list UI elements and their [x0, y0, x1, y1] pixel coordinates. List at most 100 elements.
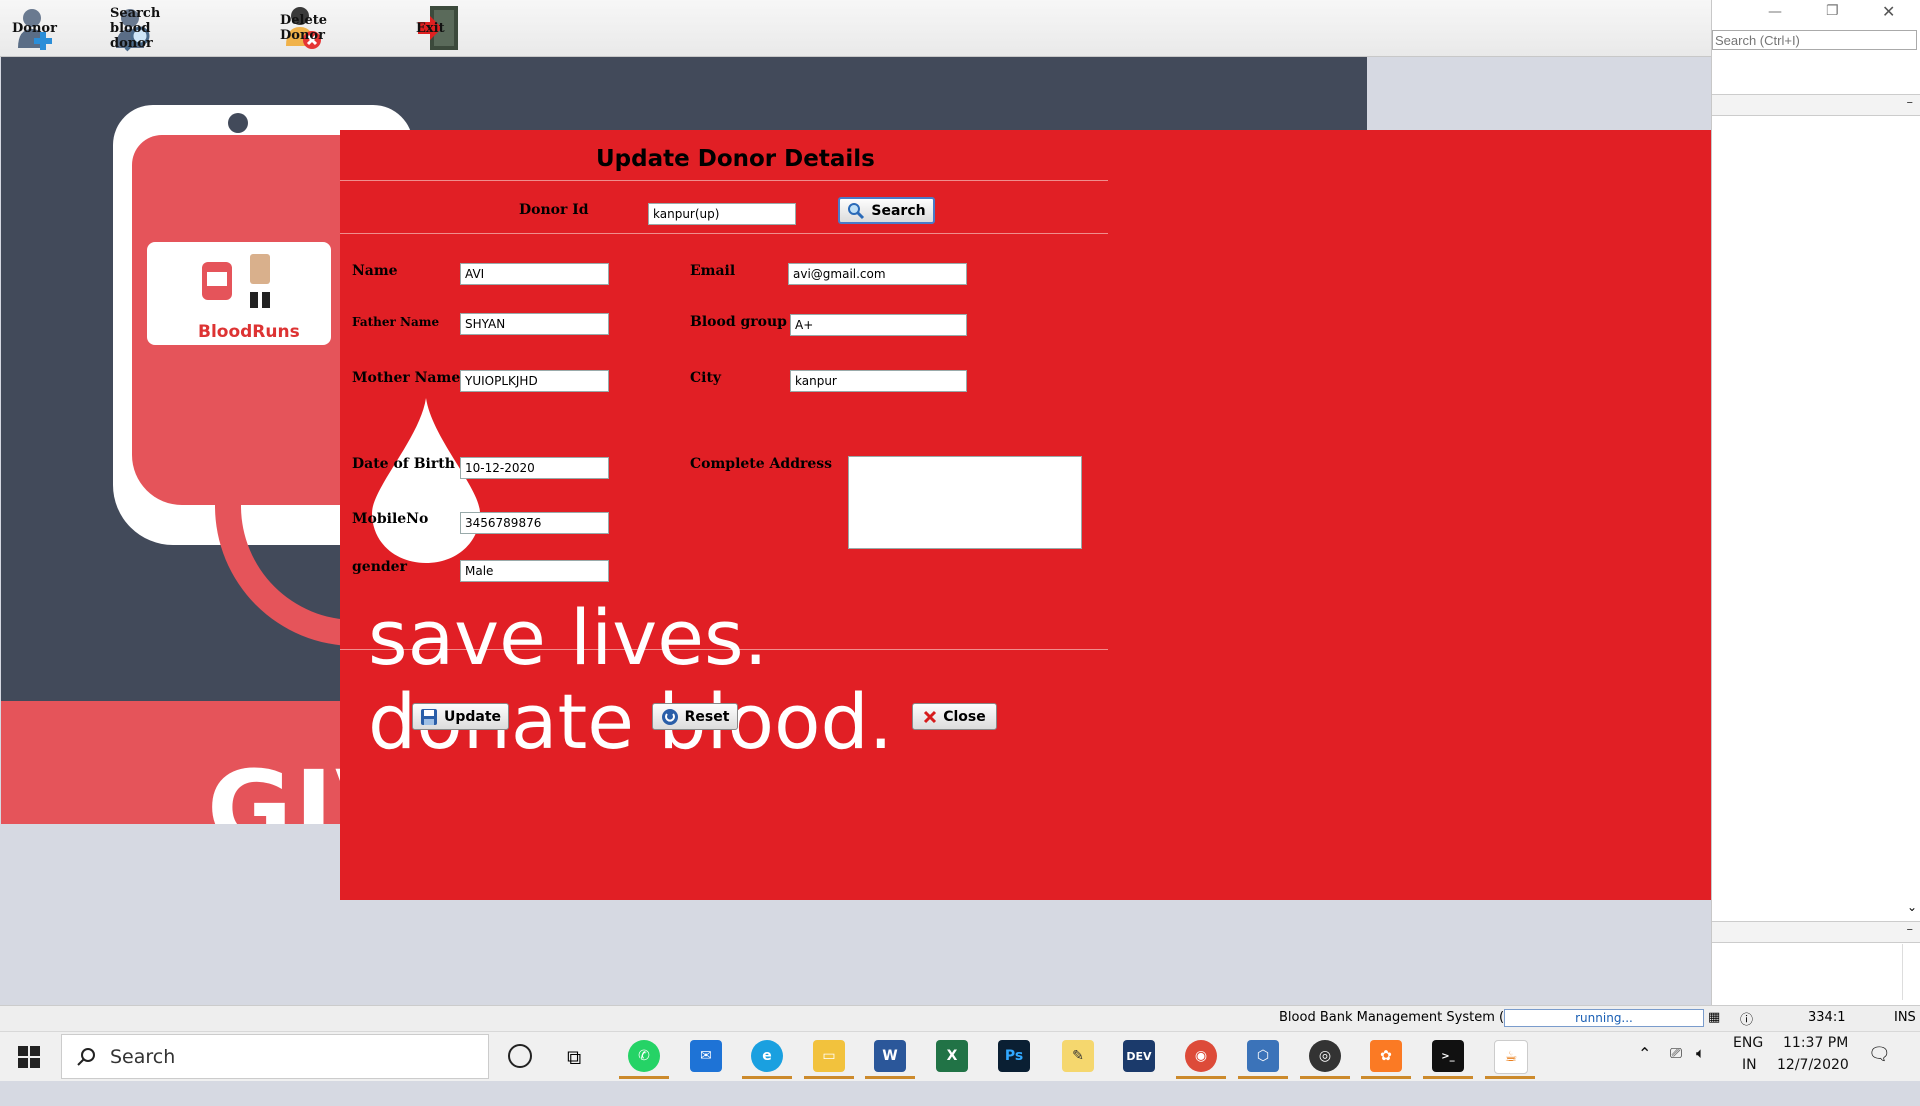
cortana-icon[interactable] [508, 1044, 532, 1068]
blood-drop-icon [372, 398, 480, 563]
ide-search-input[interactable] [1712, 30, 1917, 50]
xampp-icon[interactable]: ✿ [1370, 1040, 1402, 1072]
mail-icon[interactable]: ✉ [690, 1040, 722, 1072]
gender-field[interactable]: Male [460, 560, 609, 582]
status-info-icon[interactable]: ⓘ [1740, 1009, 1753, 1028]
close-button[interactable]: Close [912, 703, 997, 730]
bloodruns-logo-icon [202, 254, 270, 308]
dob-label: Date of Birth [352, 456, 455, 472]
dialog-title: Update Donor Details [596, 146, 875, 172]
excel-icon[interactable]: X [936, 1040, 968, 1072]
whatsapp-running-indicator [619, 1076, 669, 1079]
word-icon[interactable]: W [874, 1040, 906, 1072]
donor-label: Donor [12, 20, 57, 36]
chevron-down-icon[interactable]: ⌄ [1907, 900, 1917, 914]
search-donor-button[interactable]: Search blood donor [110, 4, 160, 52]
blood-group-label: Blood group [690, 314, 787, 330]
father-name-field[interactable]: SHYAN [460, 313, 609, 335]
mother-name-label: Mother Name [352, 370, 461, 386]
media-running-indicator [1300, 1076, 1350, 1079]
delete-donor-button[interactable]: Delete Donor [280, 4, 328, 52]
status-position: 334:1 [1808, 1010, 1846, 1025]
clock-date[interactable]: 12/7/2020 [1777, 1057, 1849, 1106]
close-window-icon[interactable]: ✕ [1882, 2, 1895, 21]
mother-name-field[interactable]: YUIOPLKJHD [460, 370, 609, 392]
whatsapp-icon[interactable]: ✆ [628, 1040, 660, 1072]
panel-scrollbar[interactable] [1902, 944, 1917, 1000]
name-label: Name [352, 263, 398, 279]
chrome-running-indicator [1176, 1076, 1226, 1079]
main-toolbar: Donor Search blood donor Delete Donor Ex… [0, 0, 1711, 57]
windows-start-icon[interactable] [18, 1046, 40, 1068]
minimize-icon[interactable]: — [1768, 4, 1782, 20]
cmd-running-indicator [1423, 1076, 1473, 1079]
blood-group-field[interactable]: A+ [790, 314, 967, 336]
separator-middle [340, 233, 1108, 234]
gender-label: gender [352, 559, 407, 575]
close-x-icon [924, 710, 937, 723]
java-running-indicator [1485, 1076, 1535, 1079]
taskbar-search-box[interactable]: Search [61, 1034, 489, 1079]
edge-running-indicator [742, 1076, 792, 1079]
reset-icon [661, 708, 678, 725]
file-explorer-icon[interactable]: ▭ [813, 1040, 845, 1072]
tray-chevron-up-icon[interactable]: ⌃ [1638, 1044, 1651, 1093]
panel-header-2: – [1712, 921, 1920, 943]
donor-id-field[interactable]: kanpur(up) [648, 203, 796, 225]
email-label: Email [690, 263, 736, 279]
reset-button-label: Reset [684, 708, 730, 725]
mobile-label: MobileNo [352, 511, 429, 527]
delete-donor-label: Delete Donor [280, 13, 328, 43]
network-icon[interactable]: ⎚ [1670, 1044, 1682, 1093]
city-field[interactable]: kanpur [790, 370, 967, 392]
search-button-label: Search [871, 202, 926, 219]
run-progress-bar: running... [1504, 1009, 1704, 1027]
status-mode: INS [1894, 1010, 1916, 1025]
windows-taskbar: Search ⧉ ✆ ✉ e ▭ W X Ps ✎ DEV ◉ ⬡ ◎ ✿ >_… [0, 1031, 1920, 1081]
search-icon [77, 1047, 95, 1066]
panel-header-1: – [1712, 94, 1920, 116]
email-field[interactable]: avi@gmail.com [788, 263, 967, 285]
close-button-label: Close [943, 708, 986, 725]
update-button[interactable]: Update [412, 703, 509, 730]
task-view-icon[interactable]: ⧉ [567, 1045, 581, 1069]
reset-button[interactable]: Reset [652, 703, 738, 730]
exit-label: Exit [416, 20, 445, 36]
chrome-icon[interactable]: ◉ [1185, 1040, 1217, 1072]
ide-side-panel: — ❐ ✕ – – ⌄ [1711, 0, 1920, 1005]
donor-button[interactable]: Donor [12, 4, 58, 52]
word-running-indicator [865, 1076, 915, 1079]
media-player-icon[interactable]: ◎ [1309, 1040, 1341, 1072]
photoshop-icon[interactable]: Ps [998, 1040, 1030, 1072]
java-icon[interactable]: ☕ [1494, 1040, 1528, 1074]
search-button[interactable]: Search [838, 197, 935, 224]
slogan-line-1: save lives. [368, 593, 768, 682]
restore-icon[interactable]: ❐ [1826, 3, 1839, 19]
notepad-icon[interactable]: ✎ [1062, 1040, 1094, 1072]
mobile-field[interactable]: 3456789876 [460, 512, 609, 534]
language-in[interactable]: IN [1742, 1057, 1757, 1106]
dob-field[interactable]: 10-12-2020 [460, 457, 609, 479]
virtualbox-icon[interactable]: ⬡ [1247, 1040, 1279, 1072]
status-app-text: Blood Bank Management System (run) [1279, 1010, 1531, 1025]
exit-button[interactable]: Exit [416, 4, 462, 52]
address-textarea[interactable] [848, 456, 1082, 549]
window-controls: — ❐ ✕ [1712, 2, 1920, 26]
panel-minimize-icon-2[interactable]: – [1907, 922, 1914, 937]
status-output-icon[interactable]: ▦ [1708, 1010, 1720, 1025]
panel-minimize-icon[interactable]: – [1907, 95, 1914, 110]
search-donor-label: Search blood donor [110, 5, 161, 51]
devcpp-icon[interactable]: DEV [1123, 1040, 1155, 1072]
explorer-running-indicator [804, 1076, 854, 1079]
edge-icon[interactable]: e [751, 1040, 783, 1072]
name-field[interactable]: AVI [460, 263, 609, 285]
notification-icon[interactable]: 🗨︎ [1868, 1044, 1891, 1093]
cmd-icon[interactable]: >_ [1432, 1040, 1464, 1072]
volume-icon[interactable]: 🔈︎ [1696, 1044, 1705, 1093]
logo-text: BloodRuns [198, 322, 300, 342]
save-disk-icon [420, 708, 437, 725]
separator-top [340, 180, 1108, 181]
city-label: City [690, 370, 722, 386]
taskbar-search-label: Search [110, 1045, 176, 1068]
virtualbox-running-indicator [1238, 1076, 1288, 1079]
